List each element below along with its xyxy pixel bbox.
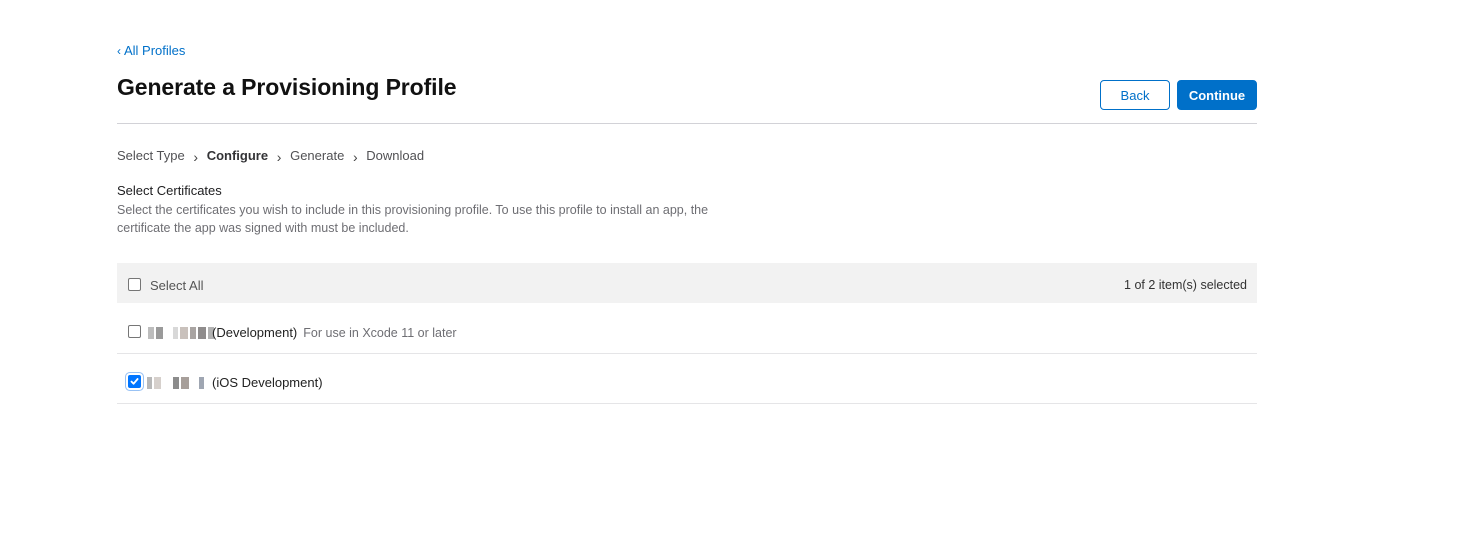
page-title: Generate a Provisioning Profile [117, 74, 457, 100]
all-profiles-label: All Profiles [124, 43, 186, 58]
certificate-type: (Development) [212, 325, 298, 340]
certificate-checkbox[interactable] [128, 325, 141, 338]
step-configure: Configure [206, 148, 269, 163]
continue-button[interactable]: Continue [1177, 80, 1257, 110]
certificates-table-header: Select All 1 of 2 item(s) selected [117, 263, 1257, 303]
chevron-left-icon: ‹ [117, 43, 121, 58]
certificate-note: For use in Xcode 11 or later [303, 326, 457, 340]
redacted-name-icon [147, 377, 204, 389]
section-description: Select the certificates you wish to incl… [117, 203, 709, 235]
select-all-checkbox[interactable] [128, 278, 141, 291]
step-breadcrumb: Select Type › Configure › Generate › Dow… [117, 146, 424, 165]
certificate-type: (iOS Development) [212, 375, 323, 390]
chevron-right-icon: › [352, 149, 358, 165]
certificate-name: (iOS Development) [212, 375, 323, 390]
step-select-type: Select Type [117, 148, 185, 163]
selection-count: 1 of 2 item(s) selected [1124, 278, 1247, 292]
redacted-name-icon [148, 327, 214, 339]
step-download: Download [366, 148, 425, 163]
certificate-name: (Development) For use in Xcode 11 or late… [212, 325, 457, 340]
certificate-checkbox[interactable] [128, 375, 141, 388]
page: ‹ All Profiles Generate a Provisioning P… [0, 0, 1477, 558]
certificate-row: (iOS Development) [117, 353, 1257, 404]
checkmark-icon [130, 378, 139, 385]
certificate-row: (Development) For use in Xcode 11 or late… [117, 303, 1257, 354]
chevron-right-icon: › [193, 149, 199, 165]
back-button[interactable]: Back [1100, 80, 1170, 110]
select-all-label: Select All [150, 278, 204, 293]
all-profiles-link[interactable]: ‹ All Profiles [117, 43, 185, 58]
chevron-right-icon: › [276, 149, 282, 165]
step-generate: Generate [290, 148, 345, 163]
header-divider [117, 123, 1257, 124]
section-title: Select Certificates [117, 183, 222, 198]
